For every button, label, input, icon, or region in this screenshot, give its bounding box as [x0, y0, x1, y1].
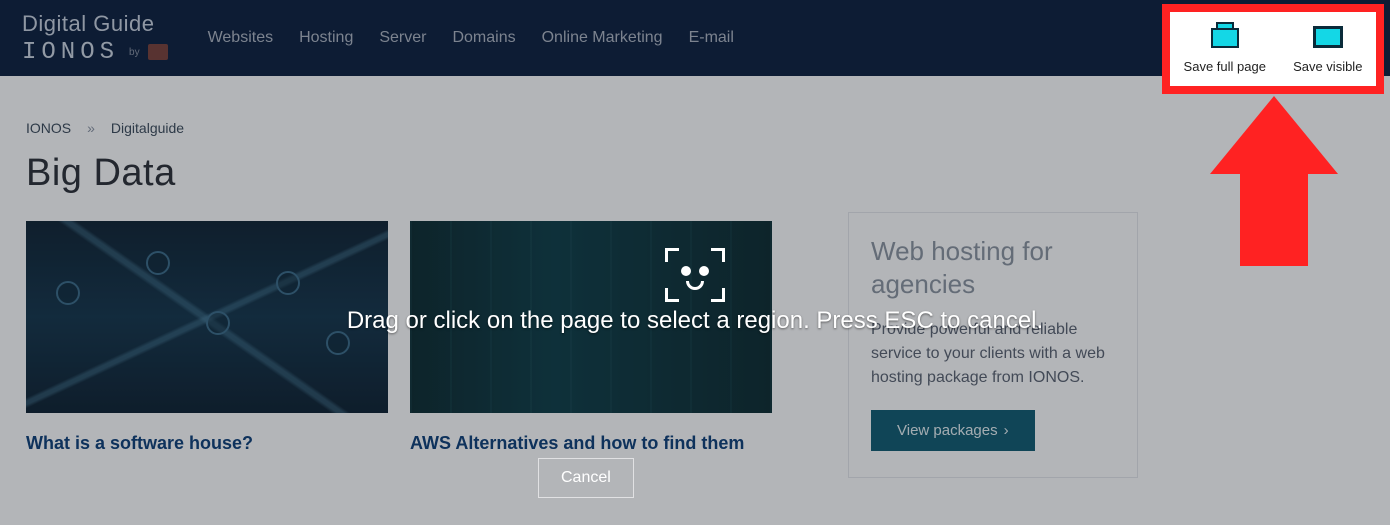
brand-partner-icon	[148, 44, 168, 60]
breadcrumb-digitalguide[interactable]: Digitalguide	[111, 120, 184, 136]
full-page-icon	[1208, 25, 1242, 51]
article-thumbnail	[26, 221, 388, 413]
sidebar-promo-text: Provide powerful and reliable service to…	[871, 318, 1115, 390]
sidebar-promo-title: Web hosting for agencies	[871, 235, 1115, 300]
article-card[interactable]: What is a software house?	[26, 221, 388, 455]
nav-email[interactable]: E-mail	[689, 29, 734, 47]
article-title[interactable]: What is a software house?	[26, 431, 388, 455]
nav-domains[interactable]: Domains	[452, 29, 515, 47]
save-full-page-button[interactable]: Save full page	[1184, 25, 1266, 74]
article-card[interactable]: AWS Alternatives and how to find them	[410, 221, 772, 455]
cancel-button[interactable]: Cancel	[538, 458, 634, 498]
save-full-page-label: Save full page	[1184, 59, 1266, 74]
brand: Digital Guide IONOS by	[22, 11, 168, 66]
nav-hosting[interactable]: Hosting	[299, 29, 353, 47]
brand-by: by	[129, 47, 140, 58]
visible-area-icon	[1311, 25, 1345, 51]
page-title: Big Data	[26, 152, 826, 195]
main-nav: Websites Hosting Server Domains Online M…	[208, 29, 734, 47]
chevron-right-icon: ›	[1004, 422, 1009, 439]
brand-logo: IONOS	[22, 39, 119, 66]
breadcrumb-ionos[interactable]: IONOS	[26, 120, 71, 136]
brand-title: Digital Guide	[22, 11, 168, 37]
article-thumbnail	[410, 221, 772, 413]
view-packages-button[interactable]: View packages ›	[871, 410, 1035, 451]
save-visible-button[interactable]: Save visible	[1293, 25, 1362, 74]
view-packages-label: View packages	[897, 422, 998, 439]
save-visible-label: Save visible	[1293, 59, 1362, 74]
sidebar-promo: Web hosting for agencies Provide powerfu…	[848, 212, 1138, 478]
nav-online-marketing[interactable]: Online Marketing	[542, 29, 663, 47]
breadcrumb: IONOS » Digitalguide	[26, 120, 826, 136]
annotation-arrow	[1210, 96, 1338, 264]
screenshot-extension-toolbar: Save full page Save visible	[1162, 4, 1384, 94]
breadcrumb-sep: »	[87, 120, 95, 136]
nav-server[interactable]: Server	[379, 29, 426, 47]
nav-websites[interactable]: Websites	[208, 29, 274, 47]
article-title[interactable]: AWS Alternatives and how to find them	[410, 431, 772, 455]
